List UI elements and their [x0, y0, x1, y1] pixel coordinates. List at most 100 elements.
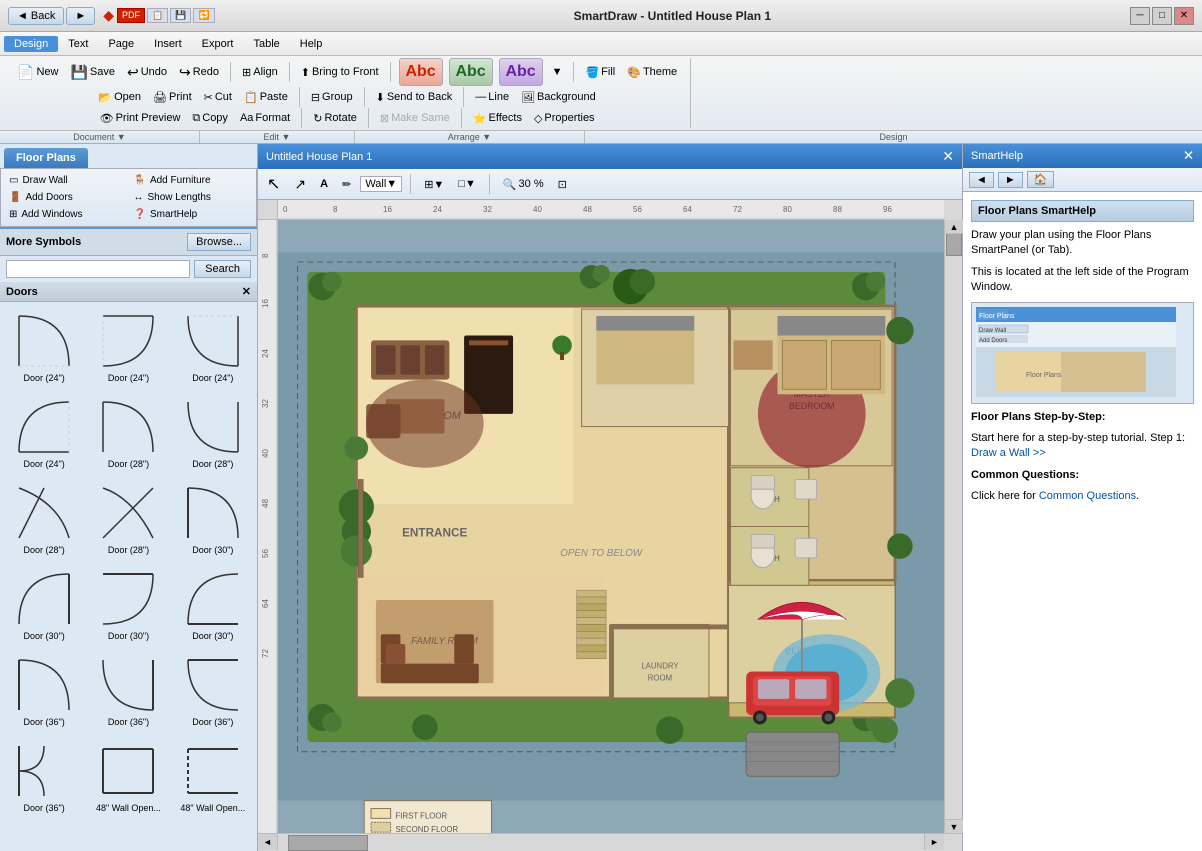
svg-text:8: 8	[261, 253, 270, 258]
vertical-scrollbar[interactable]: ▲ ▼	[944, 220, 962, 833]
abc-dropdown[interactable]: ▼	[547, 63, 568, 81]
add-furniture-button[interactable]: 🪑 Add Furniture	[130, 173, 253, 188]
door-item[interactable]: Door (24")	[173, 306, 253, 388]
door-item[interactable]: 48" Wall Open...	[88, 736, 168, 818]
minimize-button[interactable]: ─	[1130, 7, 1150, 25]
preview-button[interactable]: 👁 Print Preview	[95, 109, 186, 128]
fit-button[interactable]: ⊡	[553, 175, 572, 194]
effects-icon: ⭐	[473, 112, 487, 125]
abc-green-button[interactable]: Abc	[449, 58, 493, 86]
menu-text[interactable]: Text	[58, 36, 98, 52]
svg-text:Floor Plans: Floor Plans	[1026, 372, 1062, 379]
effects-button[interactable]: ⭐ Effects	[468, 109, 527, 128]
svg-text:72: 72	[261, 649, 270, 658]
door-item[interactable]: Door (36")	[4, 650, 84, 732]
align-button[interactable]: ⊞ Align	[237, 63, 283, 82]
menu-help[interactable]: Help	[290, 36, 333, 52]
scrollbar-right-arrow[interactable]: ►	[924, 834, 944, 850]
smarthelp-home-button[interactable]: 🏠	[1027, 171, 1055, 188]
menu-page[interactable]: Page	[98, 36, 144, 52]
door-item[interactable]: Door (30")	[173, 564, 253, 646]
restore-button[interactable]: □	[1152, 7, 1172, 25]
svg-text:LAUNDRY: LAUNDRY	[641, 662, 679, 671]
door-item[interactable]: Door (28")	[88, 392, 168, 474]
add-windows-button[interactable]: ⊞ Add Windows	[5, 207, 128, 222]
fill-button[interactable]: 🪣 Fill	[580, 63, 620, 82]
menu-insert[interactable]: Insert	[144, 36, 192, 52]
shape-button[interactable]: □▼	[453, 175, 481, 193]
door-item[interactable]: Door (24")	[4, 306, 84, 388]
door-item[interactable]: Door (28")	[4, 478, 84, 560]
line-button[interactable]: — Line	[470, 88, 514, 106]
zoom-button[interactable]: 🔍 30 %	[498, 175, 549, 194]
canvas-drawing-area[interactable]: LIVING ROOM ENTRANCE OPEN TO BELOW FAMIL…	[278, 220, 944, 833]
scrollbar-left-arrow[interactable]: ◄	[258, 834, 278, 850]
doors-close-icon[interactable]: ✕	[242, 285, 251, 298]
text-tool[interactable]: A	[315, 175, 333, 193]
horizontal-scrollbar[interactable]: ◄ ►	[258, 833, 962, 851]
show-lengths-button[interactable]: ↔ Show Lengths	[130, 190, 253, 205]
door-item[interactable]: 48" Wall Open...	[173, 736, 253, 818]
door-label: Door (36")	[108, 717, 149, 727]
back-button[interactable]: ◄ Back	[8, 7, 64, 25]
smarthelp-forward-button[interactable]: ►	[998, 172, 1023, 188]
undo-button[interactable]: ↩ Undo	[122, 61, 172, 84]
background-button[interactable]: 🖼 Background	[516, 88, 601, 107]
door-item[interactable]: Door (30")	[4, 564, 84, 646]
format-button[interactable]: Aa Format	[235, 109, 295, 127]
smarthelp-button[interactable]: ❓ SmartHelp	[130, 207, 253, 222]
select-tool[interactable]: ↖	[262, 171, 285, 197]
door-item[interactable]: Door (36")	[4, 736, 84, 818]
redo-button[interactable]: ↪ Redo	[174, 61, 224, 84]
smarthelp-questions-link[interactable]: Common Questions	[1039, 490, 1136, 502]
send-back-button[interactable]: ⬇ Send to Back	[371, 88, 458, 107]
wall-selector[interactable]: Wall ▼	[360, 176, 402, 192]
cut-button[interactable]: ✂ Cut	[199, 88, 237, 107]
smarthelp-step-link[interactable]: Draw a Wall >>	[971, 447, 1046, 459]
search-input[interactable]	[6, 260, 190, 278]
document-label: Document ▼	[0, 131, 200, 143]
door-item[interactable]: Door (36")	[173, 650, 253, 732]
scrollbar-thumb-h[interactable]	[288, 835, 368, 851]
abc-purple-button[interactable]: Abc	[499, 58, 543, 86]
pencil-tool[interactable]: ✏	[337, 175, 356, 194]
door-item[interactable]: Door (28")	[88, 478, 168, 560]
open-button[interactable]: 📂 Open	[93, 88, 146, 107]
smarthelp-close-button[interactable]: ✕	[1183, 148, 1194, 164]
print-button[interactable]: 🖨 Print	[148, 88, 197, 107]
make-same-button[interactable]: ⊠ Make Same	[375, 109, 455, 128]
symbols-panel: More Symbols Browse... Search Doors ✕	[0, 229, 257, 851]
browse-button[interactable]: Browse...	[187, 233, 251, 251]
bring-front-button[interactable]: ⬆ Bring to Front	[296, 63, 384, 82]
door-item[interactable]: Door (24")	[88, 306, 168, 388]
rotate-button[interactable]: ↻ Rotate	[308, 109, 362, 128]
pointer-tool[interactable]: ↗	[289, 173, 311, 196]
snap-button[interactable]: ⊞▼	[419, 175, 449, 194]
door-item[interactable]: Door (30")	[173, 478, 253, 560]
search-button[interactable]: Search	[194, 260, 251, 278]
new-button[interactable]: 📄 New	[12, 61, 63, 84]
door-item[interactable]: Door (24")	[4, 392, 84, 474]
group-button[interactable]: ⊟ Group	[306, 88, 358, 107]
door-item[interactable]: Door (28")	[173, 392, 253, 474]
door-item[interactable]: Door (30")	[88, 564, 168, 646]
scrollbar-up-arrow[interactable]: ▲	[945, 220, 963, 234]
close-button[interactable]: ✕	[1174, 7, 1194, 25]
door-item[interactable]: Door (36")	[88, 650, 168, 732]
properties-button[interactable]: ◇ Properties	[529, 109, 600, 128]
smarthelp-back-button[interactable]: ◄	[969, 172, 994, 188]
menu-export[interactable]: Export	[192, 36, 244, 52]
draw-wall-button[interactable]: ▭ Draw Wall	[5, 173, 128, 188]
add-doors-button[interactable]: 🚪 Add Doors	[5, 190, 128, 205]
paste-button[interactable]: 📋 Paste	[239, 88, 293, 107]
canvas-close-button[interactable]: ✕	[942, 148, 954, 165]
abc-red-button[interactable]: Abc	[399, 58, 443, 86]
menu-design[interactable]: Design	[4, 36, 58, 52]
theme-button[interactable]: 🎨 Theme	[622, 63, 682, 82]
save-button[interactable]: 💾 Save	[65, 61, 120, 84]
svg-text:16: 16	[383, 205, 392, 214]
menu-table[interactable]: Table	[243, 36, 289, 52]
forward-button[interactable]: ►	[66, 7, 95, 25]
floor-plans-tab[interactable]: Floor Plans	[4, 148, 88, 168]
copy-button[interactable]: ⧉ Copy	[187, 109, 233, 128]
